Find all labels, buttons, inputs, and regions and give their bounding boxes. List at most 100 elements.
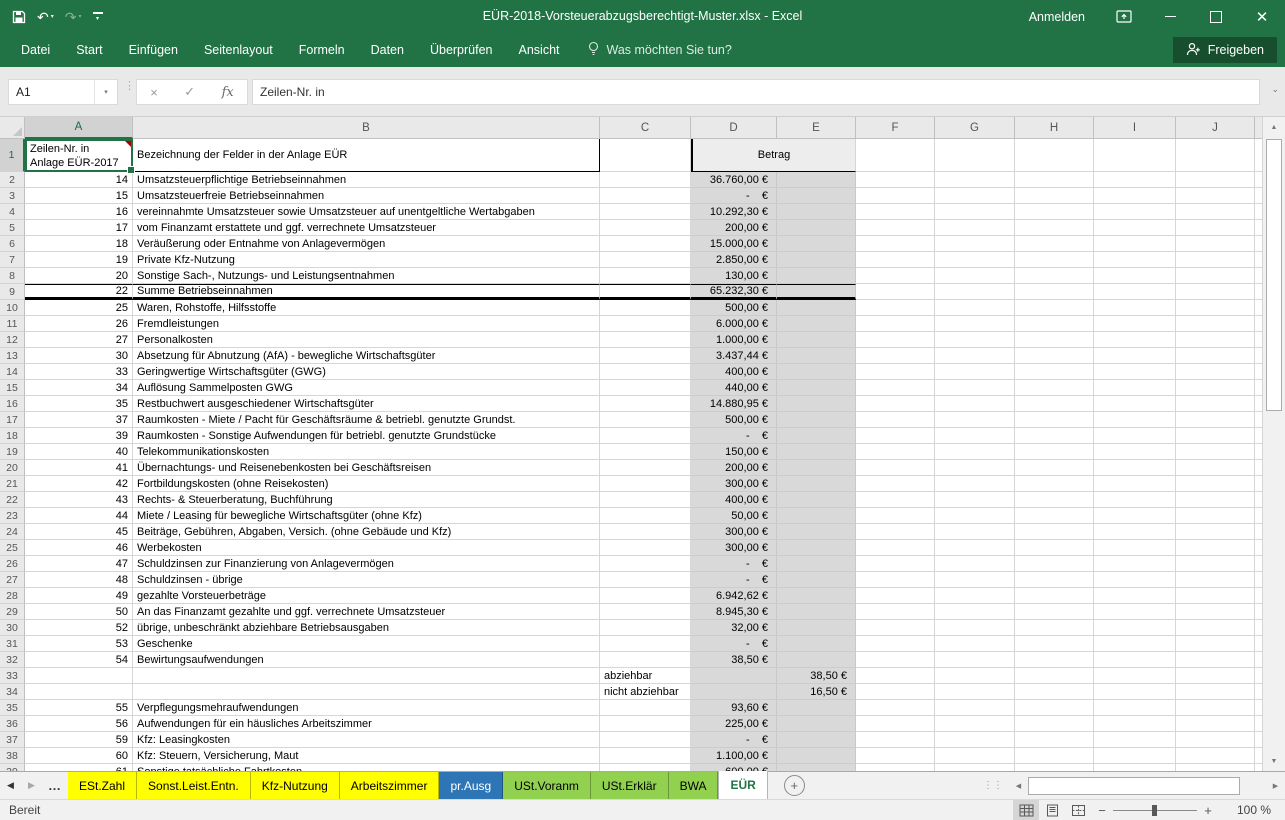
hscroll-left-icon[interactable]: ◀: [1009, 772, 1028, 799]
cell-empty[interactable]: [1094, 668, 1176, 684]
zoom-level-label[interactable]: 100 %: [1219, 803, 1285, 817]
cell-empty[interactable]: [1094, 348, 1176, 364]
cell-description[interactable]: Umsatzsteuerfreie Betriebseinnahmen: [133, 188, 600, 204]
cell-empty[interactable]: [1176, 300, 1255, 316]
cell-amount-sub[interactable]: [777, 716, 856, 732]
cell-note[interactable]: [600, 300, 691, 316]
sheet-tab-eür[interactable]: EÜR: [718, 771, 767, 799]
cell-description[interactable]: Geringwertige Wirtschaftsgüter (GWG): [133, 364, 600, 380]
cell-empty[interactable]: [1176, 572, 1255, 588]
cell-amount-sub[interactable]: [777, 188, 856, 204]
cell-line-number[interactable]: 40: [25, 444, 133, 460]
cell-empty[interactable]: [1094, 284, 1176, 300]
cell-empty[interactable]: [935, 284, 1015, 300]
cell-note[interactable]: [600, 444, 691, 460]
cell-note[interactable]: [600, 540, 691, 556]
cell-empty[interactable]: [1015, 380, 1094, 396]
cell-empty[interactable]: [1015, 700, 1094, 716]
cell-empty[interactable]: [856, 524, 935, 540]
cell-empty[interactable]: [1015, 428, 1094, 444]
zoom-slider-thumb[interactable]: [1152, 805, 1157, 816]
cell-empty[interactable]: [1015, 636, 1094, 652]
cell-empty[interactable]: [856, 284, 935, 300]
sheet-tab-ust.erklär[interactable]: USt.Erklär: [591, 772, 669, 799]
row-header[interactable]: 17: [0, 412, 25, 428]
cell-amount[interactable]: 3.437,44 €: [691, 348, 777, 364]
cell-empty[interactable]: [1094, 268, 1176, 284]
cell-empty[interactable]: [1255, 380, 1262, 396]
cell-empty[interactable]: [856, 764, 935, 771]
sheet-tab-ust.voranm[interactable]: USt.Voranm: [503, 772, 591, 799]
cell-empty[interactable]: [1255, 604, 1262, 620]
scroll-up-icon[interactable]: ▲: [1263, 117, 1285, 137]
row-header[interactable]: 30: [0, 620, 25, 636]
cell-amount-sub[interactable]: [777, 652, 856, 668]
cell-empty[interactable]: [935, 348, 1015, 364]
cell-empty[interactable]: [935, 396, 1015, 412]
cell-line-number[interactable]: 55: [25, 700, 133, 716]
new-sheet-button[interactable]: +: [784, 775, 805, 796]
cell-amount[interactable]: 150,00 €: [691, 444, 777, 460]
cell-note[interactable]: [600, 476, 691, 492]
undo-button[interactable]: ↶▾: [37, 10, 54, 24]
cell-empty[interactable]: [1255, 316, 1262, 332]
cell-empty[interactable]: [1094, 524, 1176, 540]
cell-empty[interactable]: [1015, 508, 1094, 524]
cell-empty[interactable]: [1094, 139, 1176, 172]
cell-empty[interactable]: [935, 444, 1015, 460]
cell-empty[interactable]: [1094, 572, 1176, 588]
cell-empty[interactable]: [856, 748, 935, 764]
cell-empty[interactable]: [935, 668, 1015, 684]
cell-amount[interactable]: 1.000,00 €: [691, 332, 777, 348]
cell-empty[interactable]: [1015, 476, 1094, 492]
cell-description[interactable]: Beiträge, Gebühren, Abgaben, Versich. (o…: [133, 524, 600, 540]
cell-empty[interactable]: [935, 748, 1015, 764]
row-header[interactable]: 38: [0, 748, 25, 764]
cell-line-number[interactable]: 33: [25, 364, 133, 380]
cell-note[interactable]: [600, 428, 691, 444]
cell-empty[interactable]: [1255, 460, 1262, 476]
cell-empty[interactable]: [1176, 284, 1255, 300]
cell-amount[interactable]: 500,00 €: [691, 300, 777, 316]
cell-description[interactable]: [133, 668, 600, 684]
cell-note[interactable]: [600, 524, 691, 540]
cell-line-number[interactable]: 48: [25, 572, 133, 588]
sheet-tab-arbeitszimmer[interactable]: Arbeitszimmer: [340, 772, 440, 799]
cell-amount[interactable]: 130,00 €: [691, 268, 777, 284]
cell-note[interactable]: [600, 572, 691, 588]
cell-amount[interactable]: 10.292,30 €: [691, 204, 777, 220]
cell-amount-sub[interactable]: [777, 748, 856, 764]
cell-empty[interactable]: [1015, 556, 1094, 572]
cell-empty[interactable]: [1015, 668, 1094, 684]
cell-empty[interactable]: [856, 476, 935, 492]
row-header[interactable]: 3: [0, 188, 25, 204]
cell-empty[interactable]: [1015, 300, 1094, 316]
maximize-button[interactable]: [1193, 0, 1239, 33]
cell-description[interactable]: Kfz: Steuern, Versicherung, Maut: [133, 748, 600, 764]
cell-line-number[interactable]: 37: [25, 412, 133, 428]
cell-empty[interactable]: [935, 476, 1015, 492]
save-icon[interactable]: [12, 10, 26, 24]
cell-empty[interactable]: [1015, 684, 1094, 700]
cell-line-number[interactable]: 15: [25, 188, 133, 204]
cell-empty[interactable]: [935, 460, 1015, 476]
cell-empty[interactable]: [1255, 188, 1262, 204]
vertical-scrollbar-thumb[interactable]: [1266, 139, 1282, 411]
cell-description[interactable]: Restbuchwert ausgeschiedener Wirtschafts…: [133, 396, 600, 412]
cell-empty[interactable]: [1255, 732, 1262, 748]
cell-empty[interactable]: [1015, 732, 1094, 748]
cell-amount-sub[interactable]: [777, 588, 856, 604]
cell-empty[interactable]: [1015, 748, 1094, 764]
column-header-j[interactable]: J: [1176, 117, 1255, 139]
cell-empty[interactable]: [1255, 412, 1262, 428]
cell-empty[interactable]: [1255, 300, 1262, 316]
cell-line-number[interactable]: [25, 684, 133, 700]
cell-amount-sub[interactable]: [777, 444, 856, 460]
cell-empty[interactable]: [1255, 620, 1262, 636]
cell-note[interactable]: [600, 252, 691, 268]
cell-description[interactable]: Private Kfz-Nutzung: [133, 252, 600, 268]
cell-empty[interactable]: [1255, 204, 1262, 220]
cell-empty[interactable]: [1176, 716, 1255, 732]
cell-empty[interactable]: [1176, 588, 1255, 604]
cell-note[interactable]: [600, 556, 691, 572]
